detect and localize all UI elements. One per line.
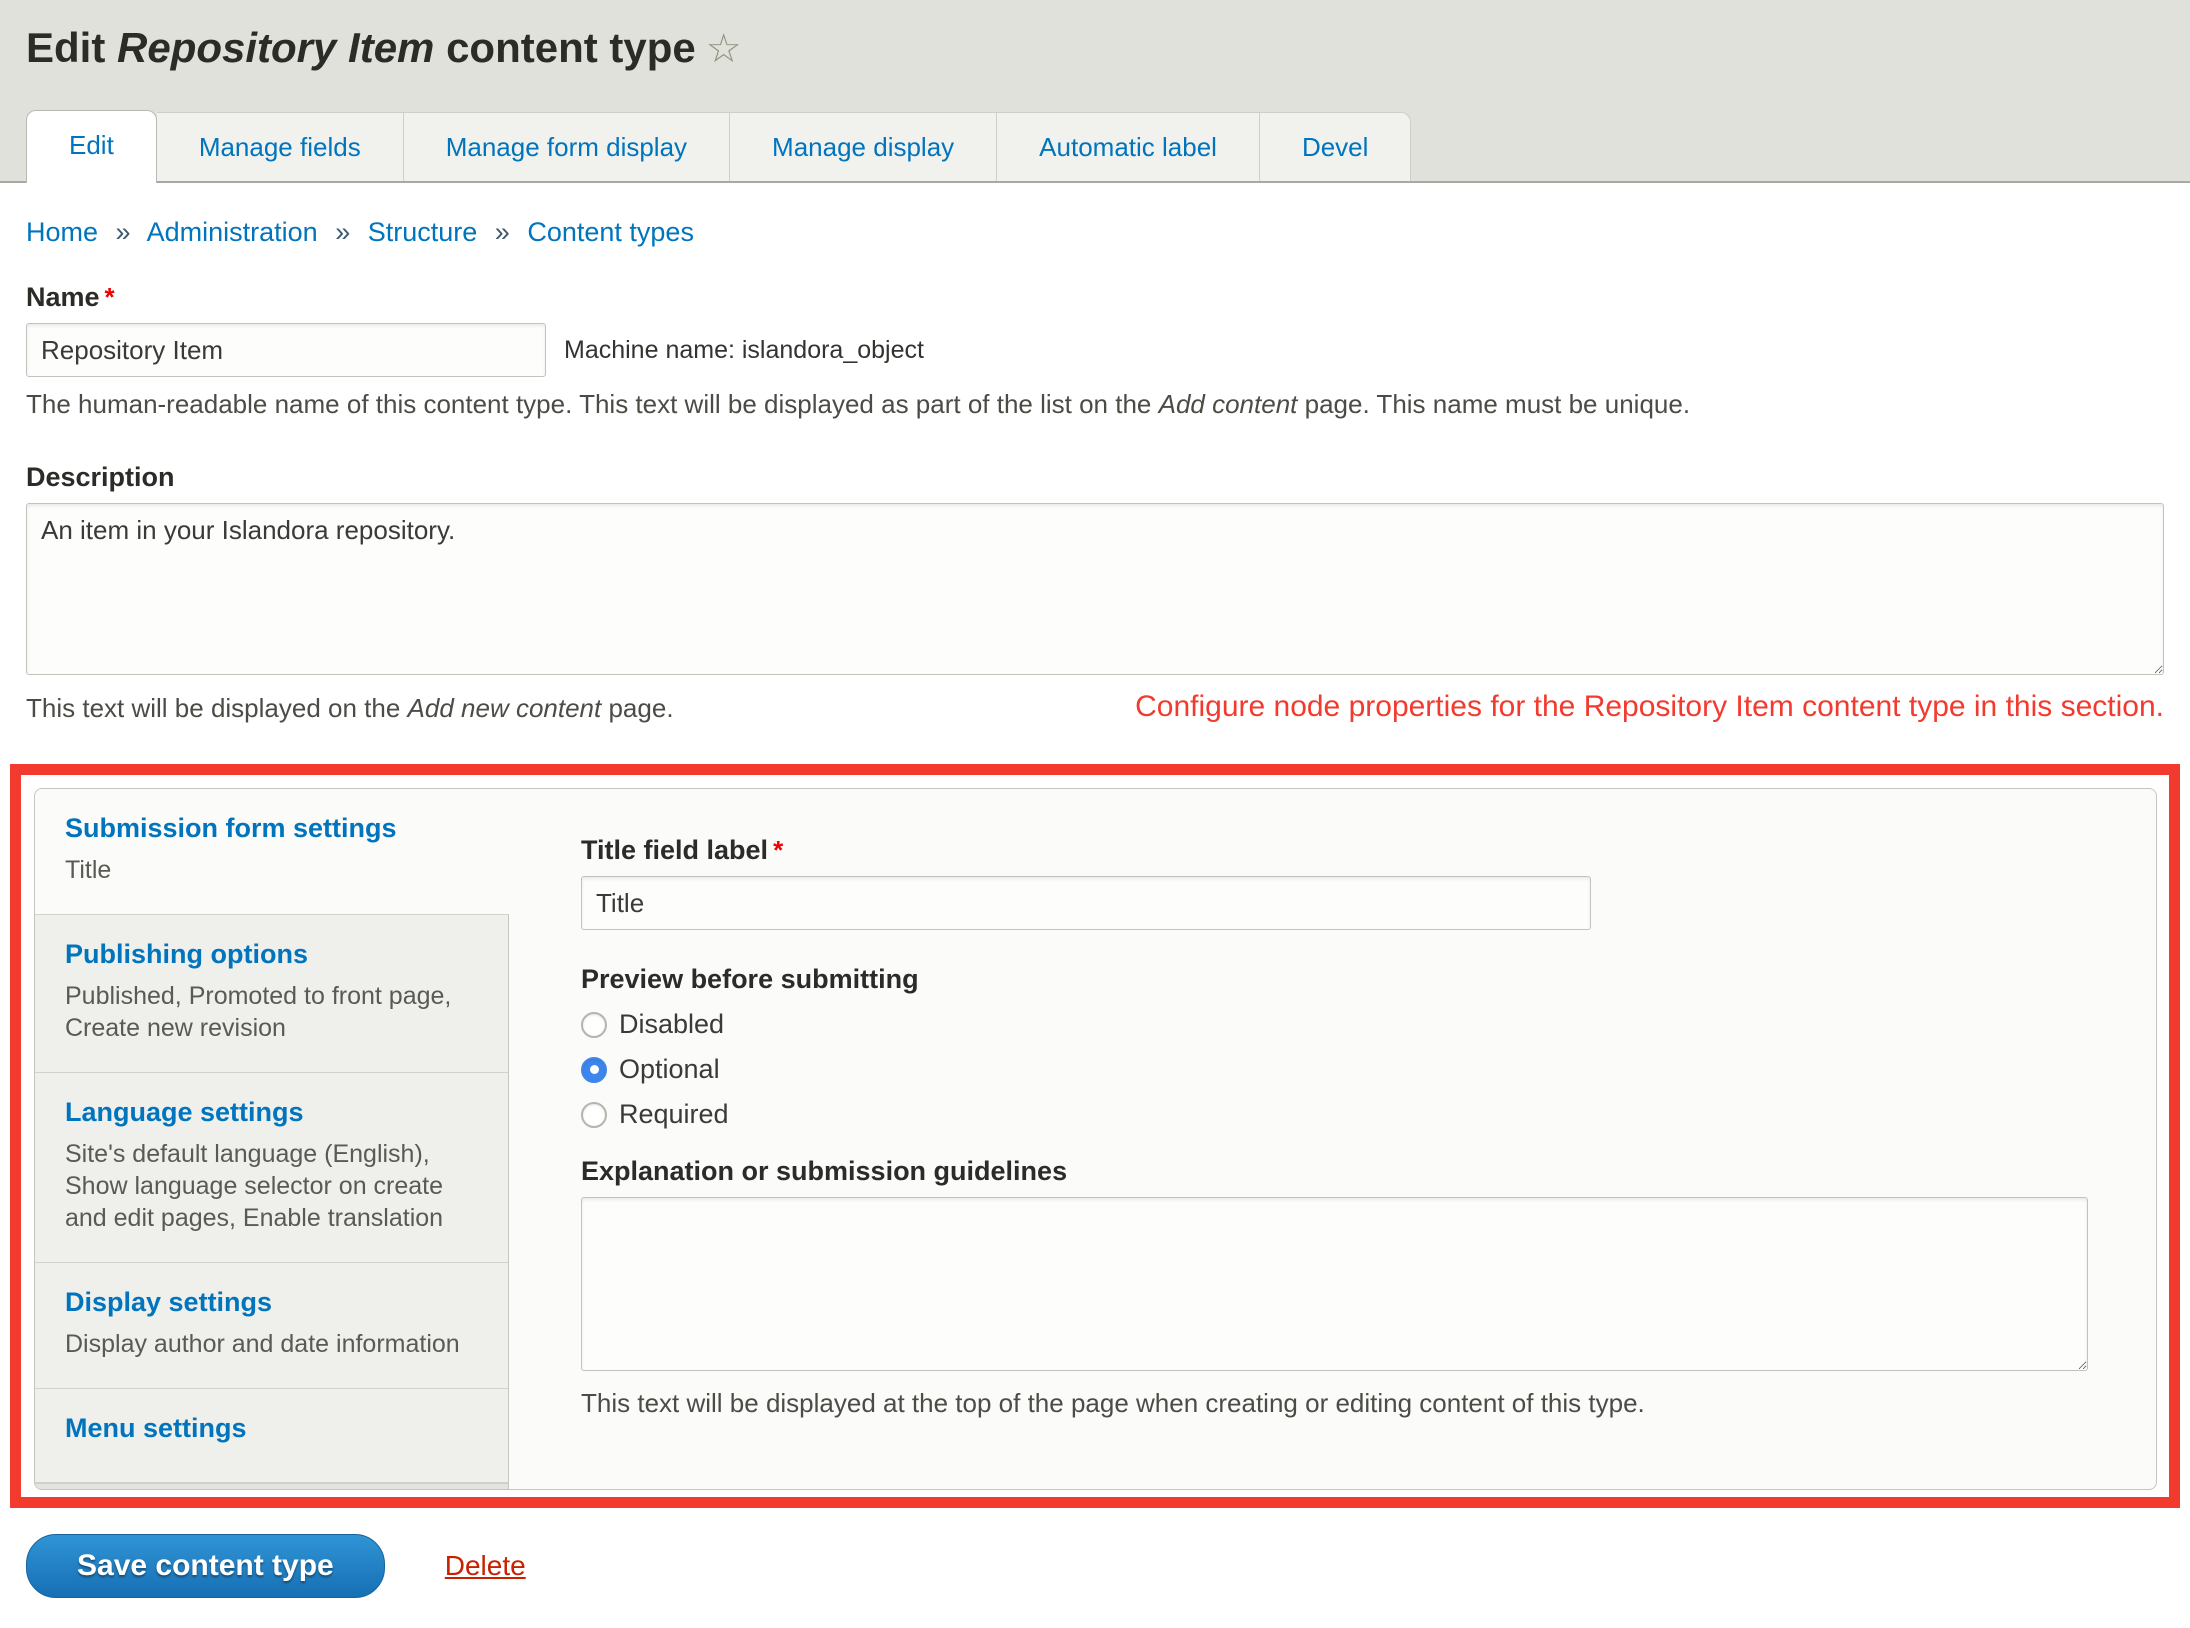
- explanation-help-text: This text will be displayed at the top o…: [581, 1388, 2088, 1419]
- title-field-input[interactable]: [581, 876, 1591, 930]
- breadcrumb-separator: »: [116, 217, 131, 247]
- annotation-highlight-box: Submission form settings Title Publishin…: [10, 764, 2180, 1508]
- name-help-text: The human-readable name of this content …: [26, 389, 2164, 420]
- radio-option-disabled[interactable]: Disabled: [581, 1009, 2088, 1040]
- description-help-text: This text will be displayed on the Add n…: [26, 693, 674, 724]
- radio-option-required[interactable]: Required: [581, 1099, 2088, 1130]
- vtab-summary: Published, Promoted to front page, Creat…: [65, 980, 482, 1044]
- star-icon[interactable]: ☆: [706, 27, 742, 71]
- submission-form-settings-pane: Title field label* Preview before submit…: [509, 789, 2156, 1489]
- node-settings-panel: Submission form settings Title Publishin…: [34, 788, 2157, 1490]
- vtab-summary: Title: [65, 854, 483, 886]
- vtab-title: Submission form settings: [65, 813, 483, 844]
- tab-manage-form-display[interactable]: Manage form display: [404, 112, 730, 181]
- vertical-tabs-footer: [35, 1483, 509, 1489]
- annotation-text: Configure node properties for the Reposi…: [1135, 690, 2164, 724]
- breadcrumb-administration[interactable]: Administration: [147, 217, 318, 247]
- breadcrumb-separator: »: [495, 217, 510, 247]
- title-field-label: Title field label*: [581, 835, 2088, 866]
- breadcrumb-separator: »: [335, 217, 350, 247]
- tab-edit[interactable]: Edit: [26, 110, 157, 183]
- vtab-title: Display settings: [65, 1287, 482, 1318]
- description-section: Description This text will be displayed …: [26, 462, 2164, 724]
- name-label: Name*: [26, 282, 2164, 313]
- radio-icon[interactable]: [581, 1102, 607, 1128]
- radio-icon[interactable]: [581, 1012, 607, 1038]
- tab-automatic-label[interactable]: Automatic label: [997, 112, 1260, 181]
- delete-link[interactable]: Delete: [445, 1550, 526, 1582]
- radio-option-optional[interactable]: Optional: [581, 1054, 2088, 1085]
- content-type-name: Repository Item: [117, 24, 434, 71]
- preview-radio-group: Preview before submitting Disabled Optio…: [581, 964, 2088, 1130]
- required-asterisk: *: [105, 282, 115, 312]
- vtab-submission-form-settings[interactable]: Submission form settings Title: [35, 789, 509, 915]
- breadcrumb: Home » Administration » Structure » Cont…: [26, 217, 2164, 248]
- breadcrumb-home[interactable]: Home: [26, 217, 98, 247]
- vtab-title: Publishing options: [65, 939, 482, 970]
- vtab-summary: Site's default language (English), Show …: [65, 1138, 482, 1234]
- tab-devel[interactable]: Devel: [1260, 112, 1411, 181]
- explanation-label: Explanation or submission guidelines: [581, 1156, 2088, 1187]
- vtab-summary: Display author and date information: [65, 1328, 482, 1360]
- main-content: Home » Administration » Structure » Cont…: [0, 217, 2190, 1628]
- vtab-display-settings[interactable]: Display settings Display author and date…: [35, 1263, 509, 1389]
- name-section: Name* Machine name: islandora_object The…: [26, 282, 2164, 420]
- tab-manage-display[interactable]: Manage display: [730, 112, 997, 181]
- vtab-menu-settings[interactable]: Menu settings: [35, 1389, 509, 1483]
- form-actions: Save content type Delete: [26, 1534, 2164, 1628]
- vtab-title: Language settings: [65, 1097, 482, 1128]
- save-button[interactable]: Save content type: [26, 1534, 385, 1598]
- preview-group-label: Preview before submitting: [581, 964, 2088, 995]
- explanation-textarea[interactable]: [581, 1197, 2088, 1371]
- description-textarea[interactable]: [26, 503, 2164, 675]
- vtab-publishing-options[interactable]: Publishing options Published, Promoted t…: [35, 915, 509, 1073]
- tab-manage-fields[interactable]: Manage fields: [157, 112, 404, 181]
- page-header: Edit Repository Item content type☆ Edit …: [0, 0, 2190, 183]
- name-input[interactable]: [26, 323, 546, 377]
- vtab-title: Menu settings: [65, 1413, 482, 1444]
- required-asterisk: *: [773, 835, 783, 865]
- breadcrumb-structure[interactable]: Structure: [368, 217, 478, 247]
- radio-icon[interactable]: [581, 1057, 607, 1083]
- vertical-tabs: Submission form settings Title Publishin…: [35, 789, 509, 1489]
- primary-tabs: Edit Manage fields Manage form display M…: [0, 110, 2190, 183]
- description-label: Description: [26, 462, 2164, 493]
- page-title: Edit Repository Item content type☆: [26, 24, 2190, 72]
- machine-name-label: Machine name: islandora_object: [564, 336, 924, 365]
- vtab-language-settings[interactable]: Language settings Site's default languag…: [35, 1073, 509, 1263]
- breadcrumb-content-types[interactable]: Content types: [527, 217, 694, 247]
